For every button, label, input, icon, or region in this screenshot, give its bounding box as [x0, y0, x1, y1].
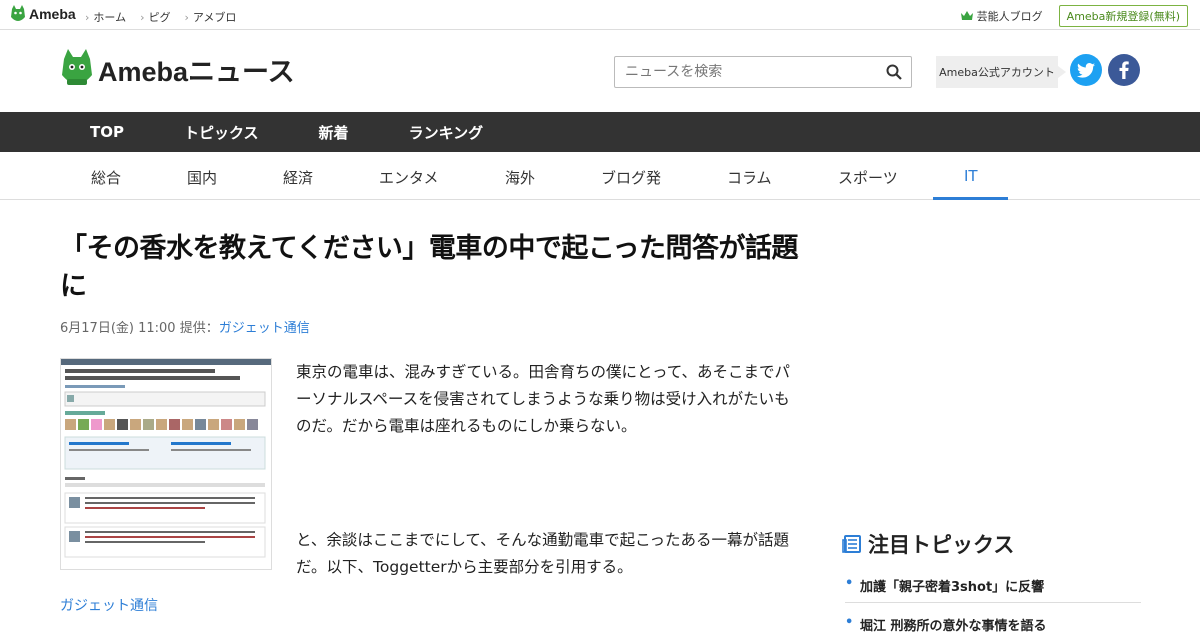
ameba-logo[interactable]: Ameba — [10, 5, 76, 23]
newspaper-icon — [842, 535, 861, 553]
main-nav-topics[interactable]: トピックス — [184, 122, 259, 143]
category-blog[interactable]: ブログ発 — [601, 167, 661, 188]
celebrity-blog-label: 芸能人ブログ — [976, 10, 1043, 23]
main-nav: TOP トピックス 新着 ランキング — [0, 112, 1200, 152]
article-title: 「その香水を教えてください」電車の中で起こった問答が話題に — [60, 233, 798, 302]
main-nav-ranking[interactable]: ランキング — [409, 122, 484, 143]
search-icon[interactable] — [886, 64, 902, 84]
category-it[interactable]: IT — [964, 167, 978, 185]
article-paragraph-2: と、余談はここまでにして、そんな通勤電車で起こったある一幕が話題だ。以下、Tog… — [296, 531, 790, 576]
utility-right: 芸能人ブログ Ameba新規登録(無料) — [960, 5, 1188, 27]
celebrity-blog-link[interactable]: 芸能人ブログ — [960, 8, 1043, 24]
article-source-link[interactable]: ガジェット通信 — [60, 595, 158, 615]
utility-link-home[interactable]: ホーム — [85, 9, 126, 25]
category-general[interactable]: 総合 — [91, 167, 121, 188]
category-nav: 総合 国内 経済 エンタメ 海外 ブログ発 コラム スポーツ IT — [0, 152, 1200, 200]
category-entertainment[interactable]: エンタメ — [379, 167, 439, 188]
ameba-mascot-icon — [11, 5, 25, 21]
twitter-button[interactable] — [1070, 54, 1102, 86]
utility-link-ameblo[interactable]: アメブロ — [184, 9, 236, 25]
ameba-logo-text: Ameba — [29, 6, 76, 22]
crown-icon — [960, 11, 973, 20]
ameba-news-logo[interactable]: Amebaニュース — [60, 49, 295, 89]
featured-topics-title: 注目トピックス — [868, 533, 1015, 557]
active-category-underline — [933, 197, 1008, 200]
utility-link-pigg[interactable]: ピグ — [140, 9, 170, 25]
togetter-screenshot-image — [61, 359, 271, 558]
register-button[interactable]: Ameba新規登録(無料) — [1058, 5, 1188, 27]
twitter-icon — [1077, 62, 1095, 78]
provider-label: 提供： — [179, 321, 219, 336]
utility-bar: Ameba ホーム ピグ アメブロ 芸能人ブログ Ameba新規登録(無料) — [0, 0, 1200, 30]
main-nav-top[interactable]: TOP — [90, 123, 124, 141]
featured-topics-heading: 注目トピックス — [842, 529, 1014, 559]
category-domestic[interactable]: 国内 — [187, 167, 217, 188]
article-paragraph-1: 東京の電車は、混みすぎている。田舎育ちの僕にとって、あそこまでパーソナルスペース… — [296, 363, 790, 435]
facebook-icon — [1119, 61, 1129, 79]
provider-link[interactable]: ガジェット通信 — [219, 321, 310, 336]
category-column[interactable]: コラム — [727, 167, 772, 188]
category-overseas[interactable]: 海外 — [505, 167, 535, 188]
article-date: 6月17日(金) 11:00 — [60, 321, 176, 336]
ameba-news-logo-text: Amebaニュース — [98, 56, 295, 87]
featured-topic-item[interactable]: 加護「親子密着3shot」に反響 — [845, 576, 1141, 603]
category-sports[interactable]: スポーツ — [838, 167, 898, 188]
ameba-mascot-logo-icon — [62, 49, 92, 85]
facebook-button[interactable] — [1108, 54, 1140, 86]
search-input[interactable] — [615, 57, 875, 87]
article-thumbnail[interactable] — [60, 358, 272, 570]
article-meta: 6月17日(金) 11:00 提供：ガジェット通信 — [60, 317, 310, 336]
site-header: Amebaニュース Ameba公式アカウント — [0, 30, 1200, 112]
featured-topic-item[interactable]: 堀江 刑務所の意外な事情を語る — [845, 615, 1141, 634]
search-box — [614, 56, 912, 88]
main-nav-new[interactable]: 新着 — [319, 122, 349, 143]
utility-links: ホーム ピグ アメブロ — [85, 9, 236, 25]
official-account-label: Ameba公式アカウント — [936, 56, 1066, 88]
category-economy[interactable]: 経済 — [283, 167, 313, 188]
